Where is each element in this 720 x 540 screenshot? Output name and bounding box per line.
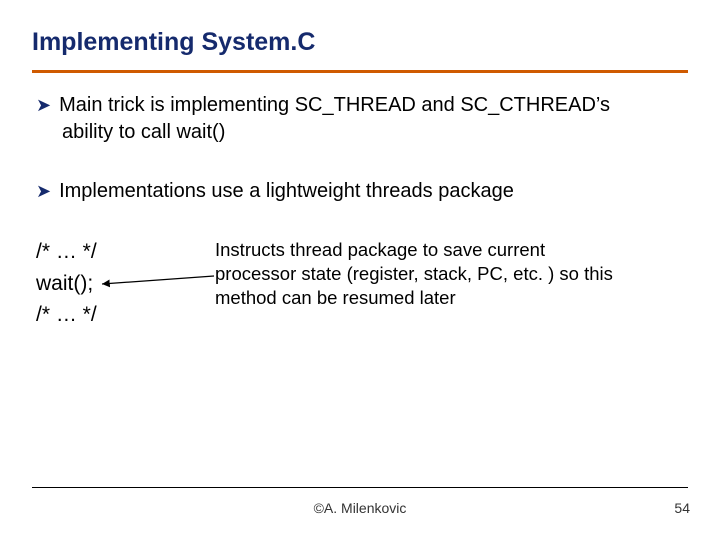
bullet-2-text: Implementations use a lightweight thread… [59, 180, 514, 202]
footer-rule [32, 487, 688, 488]
bullet-item-1: ➤ Main trick is implementing SC_THREAD an… [36, 92, 676, 146]
code-line-2: wait(); [36, 268, 97, 300]
title-underline [32, 70, 688, 73]
bullet-1-line2: ability to call wait() [62, 119, 676, 146]
triangle-bullet-icon: ➤ [36, 95, 51, 115]
annotation-text: Instructs thread package to save current… [215, 238, 615, 310]
annotation-arrow-icon [98, 272, 216, 296]
triangle-bullet-icon: ➤ [36, 181, 51, 201]
page-number: 54 [674, 500, 690, 516]
code-line-3: /* … */ [36, 299, 97, 331]
bullet-item-2: ➤ Implementations use a lightweight threa… [36, 178, 676, 205]
slide-title: Implementing System.C [32, 28, 315, 57]
code-snippet: /* … */ wait(); /* … */ [36, 236, 97, 331]
footer-author: ©A. Milenkovic [0, 500, 720, 516]
code-line-1: /* … */ [36, 236, 97, 268]
bullet-1-line1: Main trick is implementing SC_THREAD and… [59, 94, 610, 116]
